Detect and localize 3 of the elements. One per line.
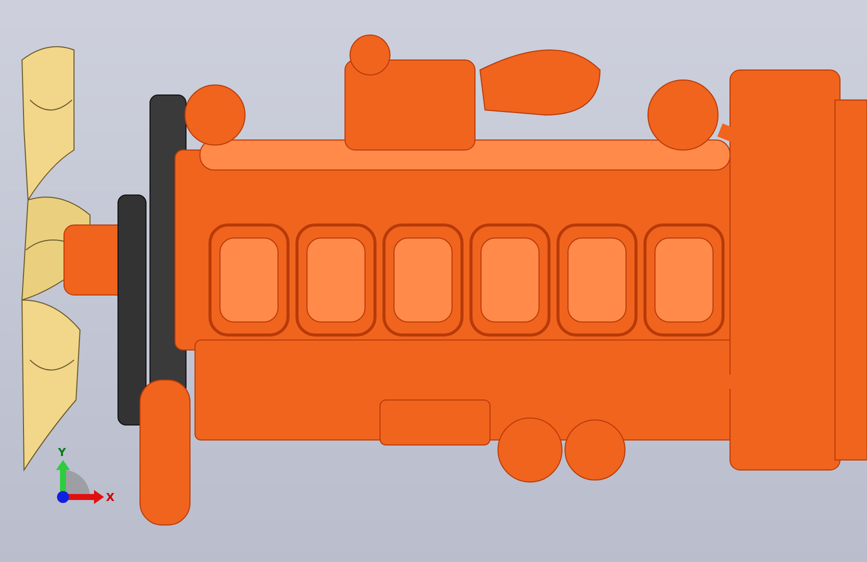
axis-label: X bbox=[106, 491, 114, 504]
axis-label: Y bbox=[58, 446, 66, 459]
axis-triad-icon bbox=[56, 460, 104, 504]
